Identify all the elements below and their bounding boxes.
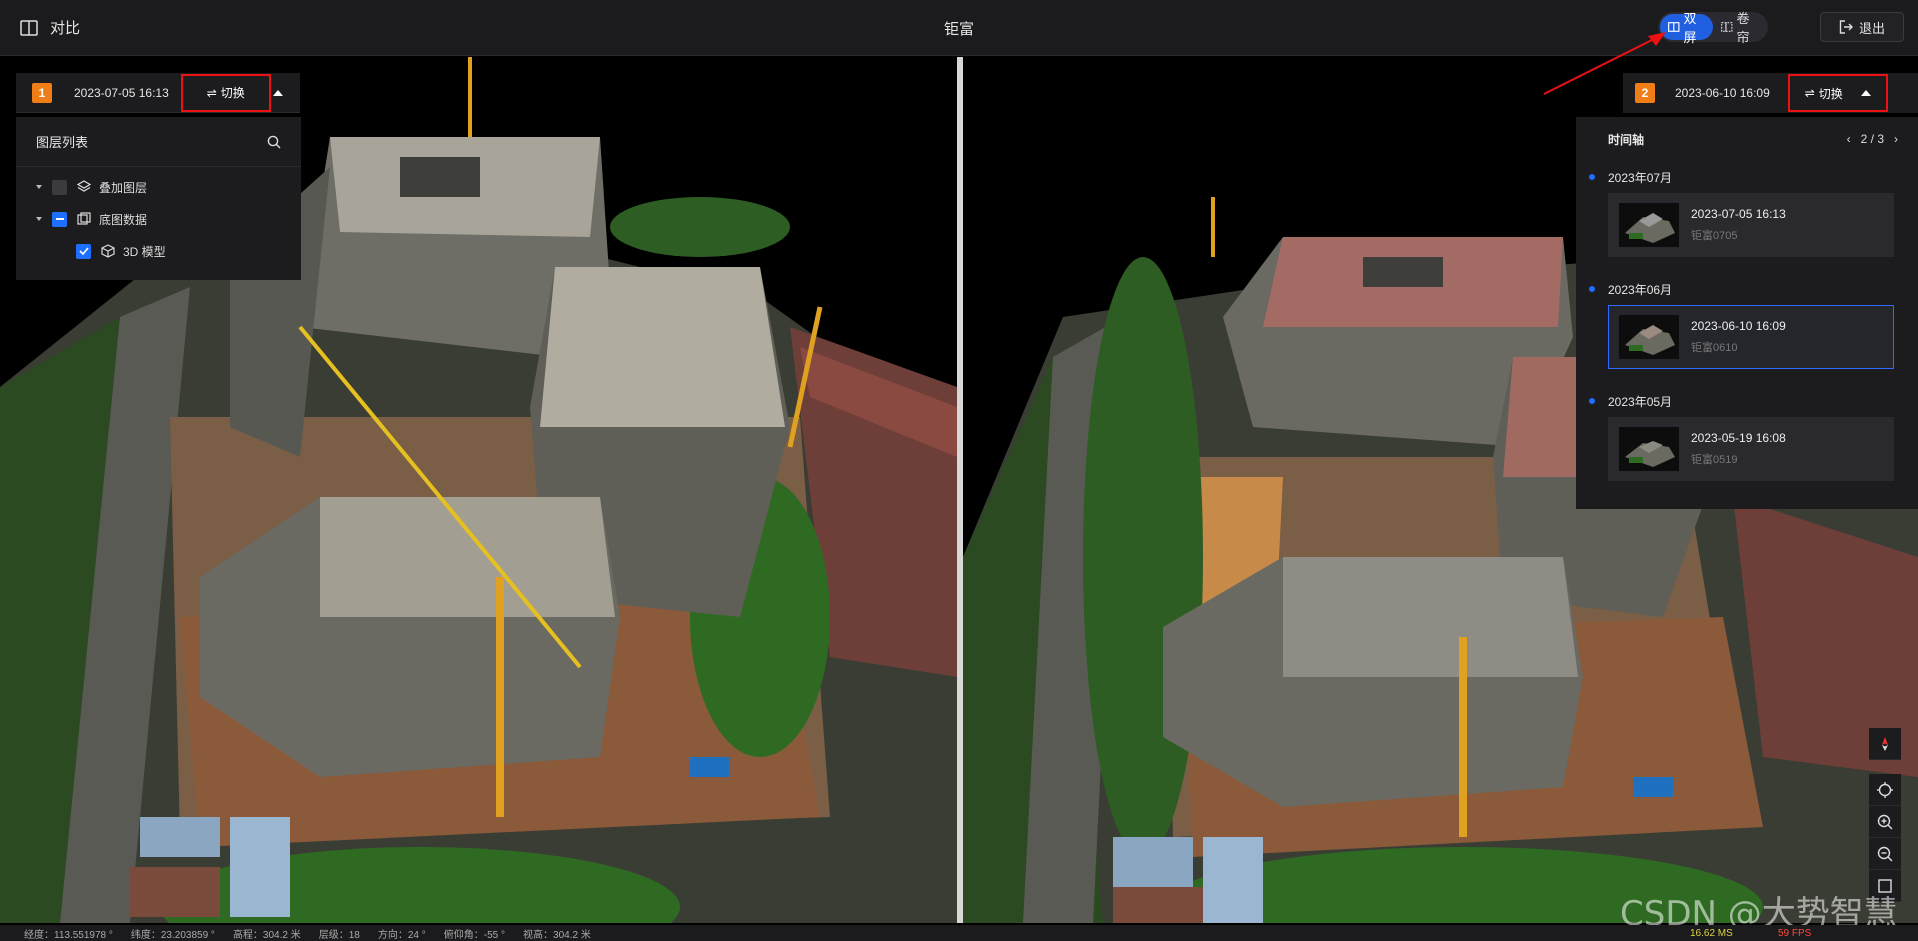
page-indicator: 2 / 3 (1860, 132, 1884, 146)
timeline-card-name: 钜富0705 (1691, 230, 1738, 242)
timeline-card-time: 2023-07-05 16:13 (1691, 207, 1786, 221)
annotation-arrow (1543, 32, 1666, 95)
layers-icon (77, 180, 91, 194)
status-pitch: 俯仰角：-55 ° (443, 929, 506, 941)
left-3d-viewport[interactable]: 1 2023-07-05 16:13 ⇌ 切换 图层列表 叠加图层 底图数据 3… (0, 57, 957, 923)
timeline-month: 2023年07月 (1589, 161, 1918, 193)
timeline-month: 2023年06月 (1589, 273, 1918, 305)
model-thumbnail (1619, 315, 1679, 359)
status-view-height: 视高：304.2 米 (523, 929, 591, 941)
cube-icon (101, 244, 115, 258)
left-switch-label: 切换 (220, 86, 245, 100)
status-bar: 经度：113.551978 ° 纬度：23.203859 ° 高程：304.2 … (0, 925, 1918, 941)
search-icon[interactable] (267, 135, 281, 149)
map-tools (1869, 728, 1901, 902)
compare-label: 对比 (50, 20, 81, 37)
layer-item-label: 底图数据 (99, 212, 148, 227)
right-view-datetime: 2023-06-10 16:09 (1675, 86, 1770, 100)
status-heading: 方向：24 ° (377, 929, 426, 941)
model-thumbnail (1619, 203, 1679, 247)
status-level: 层级：18 (318, 929, 360, 941)
curtain-button[interactable]: 卷帘 (1713, 11, 1766, 45)
right-switch-label: 切换 (1818, 86, 1843, 101)
status-fps: 59 FPS (1778, 927, 1812, 939)
zoom-in-icon (1877, 814, 1893, 829)
layer-list-panel: 图层列表 叠加图层 底图数据 3D 模型 (16, 117, 301, 280)
locate-icon (1877, 781, 1893, 798)
timeline-group: 2023年06月 2023-06-10 16:09 钜富0610 (1576, 273, 1918, 369)
layer-list-header: 图层列表 (16, 117, 301, 167)
left-switch-button[interactable]: ⇌ 切换 (180, 73, 271, 112)
timeline-month: 2023年05月 (1589, 385, 1918, 417)
prev-page-icon[interactable]: ‹ (1847, 132, 1851, 146)
layer-item-label: 3D 模型 (123, 244, 166, 259)
mode-switch: 双屏 卷帘 (1658, 11, 1768, 45)
timeline-card[interactable]: 2023-05-19 16:08 钜富0519 (1608, 417, 1894, 481)
timeline-card-time: 2023-06-10 16:09 (1691, 319, 1786, 333)
expand-caret-icon[interactable] (36, 185, 42, 189)
curtain-label: 卷帘 (1736, 11, 1750, 45)
zoom-out-icon (1877, 846, 1893, 861)
exit-button[interactable]: 退出 (1820, 12, 1904, 42)
status-altitude: 高程：304.2 米 (232, 929, 301, 941)
compare-header: 对比 (20, 17, 80, 38)
curtain-icon (1721, 22, 1733, 32)
zoom-in-button[interactable] (1869, 806, 1901, 838)
timeline-card-name: 钜富0610 (1691, 342, 1738, 354)
basemap-icon (77, 212, 91, 226)
layer-item-3d-model[interactable]: 3D 模型 (16, 235, 301, 267)
left-view-datetime: 2023-07-05 16:13 (74, 85, 169, 100)
model-thumbnail (1619, 427, 1679, 471)
layer-item-overlay[interactable]: 叠加图层 (16, 171, 301, 203)
expand-caret-icon[interactable] (36, 217, 42, 221)
layer-item-label: 叠加图层 (99, 180, 148, 195)
collapse-caret-icon[interactable] (272, 89, 283, 96)
exit-icon (1839, 20, 1853, 34)
timeline-card-time: 2023-05-19 16:08 (1691, 431, 1786, 445)
view-badge: 1 (32, 82, 52, 103)
status-frame-ms: 16.62 MS (1690, 927, 1733, 939)
exit-label: 退出 (1858, 20, 1885, 36)
right-switch-button[interactable]: ⇌ 切换 (1787, 74, 1888, 112)
timeline-group: 2023年05月 2023-05-19 16:08 钜富0519 (1576, 385, 1918, 481)
timeline-panel: 时间轴 ‹ 2 / 3 › 2023年07月 2023-07-05 16:13 … (1576, 117, 1918, 509)
timeline-title: 时间轴 (1608, 132, 1645, 147)
timeline-header: 时间轴 ‹ 2 / 3 › (1576, 117, 1918, 161)
layer-list-title: 图层列表 (36, 135, 89, 150)
timeline-group: 2023年07月 2023-07-05 16:13 钜富0705 (1576, 161, 1918, 257)
swap-icon: ⇌ (206, 85, 217, 100)
layer-checkbox[interactable] (52, 179, 67, 195)
next-page-icon[interactable]: › (1894, 132, 1898, 146)
layer-checkbox[interactable] (76, 243, 91, 259)
compass-button[interactable] (1869, 728, 1901, 760)
timeline-card-name: 钜富0519 (1691, 454, 1738, 466)
status-latitude: 纬度：23.203859 ° (130, 929, 215, 941)
dual-screen-label: 双屏 (1683, 11, 1697, 45)
timeline-pager: ‹ 2 / 3 › (1847, 132, 1898, 146)
status-longitude: 经度：113.551978 ° (24, 929, 113, 941)
swap-icon: ⇌ (1804, 86, 1815, 100)
zoom-out-button[interactable] (1869, 838, 1901, 870)
compass-icon (1882, 736, 1888, 751)
collapse-caret-icon[interactable] (1860, 90, 1871, 96)
left-view-header: 1 2023-07-05 16:13 ⇌ 切换 (16, 73, 300, 113)
timeline-card-selected[interactable]: 2023-06-10 16:09 钜富0610 (1608, 305, 1894, 369)
locate-button[interactable] (1869, 774, 1901, 806)
split-view-icon (20, 19, 38, 36)
layer-checkbox[interactable] (52, 211, 67, 227)
layer-item-basemap[interactable]: 底图数据 (16, 203, 301, 235)
timeline-card[interactable]: 2023-07-05 16:13 钜富0705 (1608, 193, 1894, 257)
